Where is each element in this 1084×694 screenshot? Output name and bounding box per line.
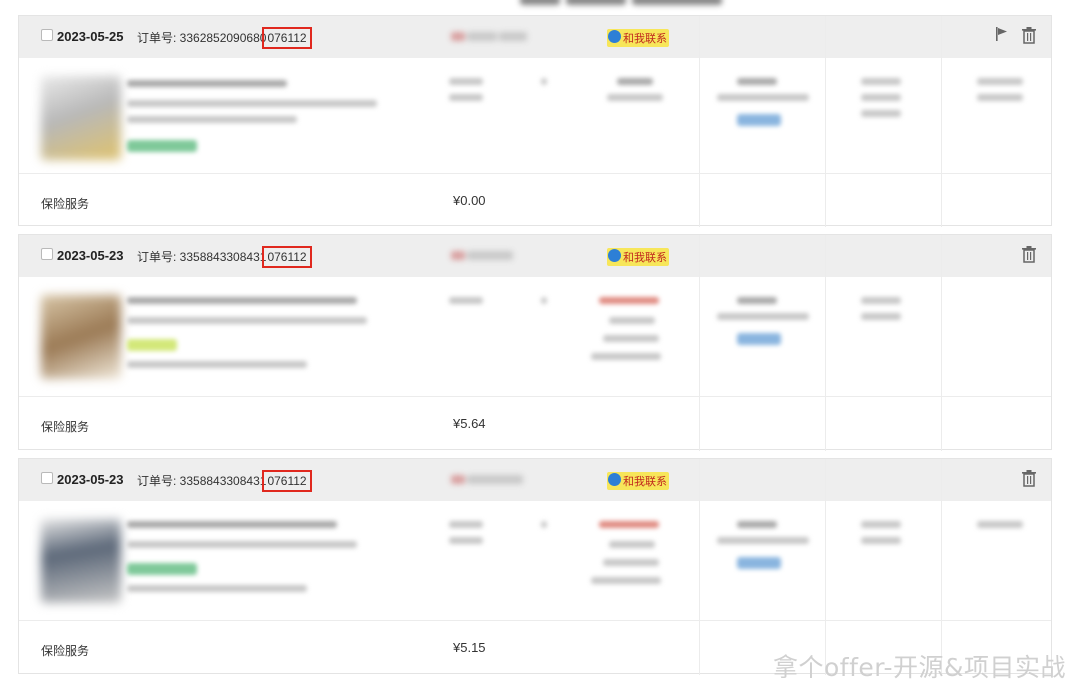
trash-icon[interactable]: [1021, 26, 1037, 44]
product-thumbnail[interactable]: [41, 519, 121, 603]
order-number: 订单号: 3358843308431076112: [137, 246, 312, 268]
shop-name-blurred: [451, 473, 539, 487]
flag-icon[interactable]: [995, 26, 1009, 42]
insurance-row: 保险服务 ¥5.64: [19, 397, 1051, 449]
insurance-price: ¥5.15: [453, 640, 486, 655]
order-number: 订单号: 3362852090680076112: [137, 27, 312, 49]
order-date: 2023-05-23: [57, 472, 124, 487]
chat-icon: [608, 30, 621, 43]
order-checkbox[interactable]: [41, 29, 53, 41]
order-header: 2023-05-23 订单号: 3358843308431076112 和我联系: [19, 235, 1051, 277]
order-number-highlight: 076112: [262, 246, 312, 268]
order-number-highlight: 076112: [262, 27, 312, 49]
order-number: 订单号: 3358843308431076112: [137, 470, 312, 492]
contact-me-button[interactable]: 和我联系: [607, 472, 669, 490]
chat-icon: [608, 249, 621, 262]
order-number-highlight: 076112: [262, 470, 312, 492]
order-card: 2023-05-23 订单号: 3358843308431076112 和我联系: [18, 234, 1052, 451]
product-thumbnail[interactable]: [41, 295, 121, 379]
order-date: 2023-05-25: [57, 29, 124, 44]
contact-me-button[interactable]: 和我联系: [607, 248, 669, 266]
insurance-price: ¥5.64: [453, 416, 486, 431]
order-date: 2023-05-23: [57, 248, 124, 263]
trash-icon[interactable]: [1021, 469, 1037, 487]
order-body: 保险服务 ¥0.00: [19, 16, 1051, 227]
shop-name-blurred: [451, 30, 539, 44]
insurance-label: 保险服务: [41, 420, 90, 434]
insurance-price: ¥0.00: [453, 193, 486, 208]
product-row: [19, 16, 1051, 227]
product-thumbnail[interactable]: [41, 76, 121, 160]
order-header: 2023-05-23 订单号: 3358843308431076112 和我联系: [19, 459, 1051, 501]
product-row: [19, 235, 1051, 451]
insurance-label: 保险服务: [41, 197, 90, 211]
insurance-row: 保险服务 ¥0.00: [19, 174, 1051, 226]
order-checkbox[interactable]: [41, 472, 53, 484]
order-header: 2023-05-25 订单号: 3362852090680076112 和我联系: [19, 16, 1051, 58]
watermark: 拿个offer-开源&项目实战: [773, 653, 1066, 682]
order-card: 2023-05-25 订单号: 3362852090680076112 和我联系: [18, 15, 1052, 227]
contact-me-button[interactable]: 和我联系: [607, 29, 669, 47]
product-row: [19, 459, 1051, 675]
order-body: 保险服务 ¥5.64: [19, 235, 1051, 451]
top-cut-off-blurred-text: [520, 0, 780, 8]
insurance-label: 保险服务: [41, 644, 90, 658]
shop-name-blurred: [451, 249, 539, 263]
order-card: 2023-05-23 订单号: 3358843308431076112 和我联系: [18, 458, 1052, 675]
trash-icon[interactable]: [1021, 245, 1037, 263]
order-checkbox[interactable]: [41, 248, 53, 260]
chat-icon: [608, 473, 621, 486]
